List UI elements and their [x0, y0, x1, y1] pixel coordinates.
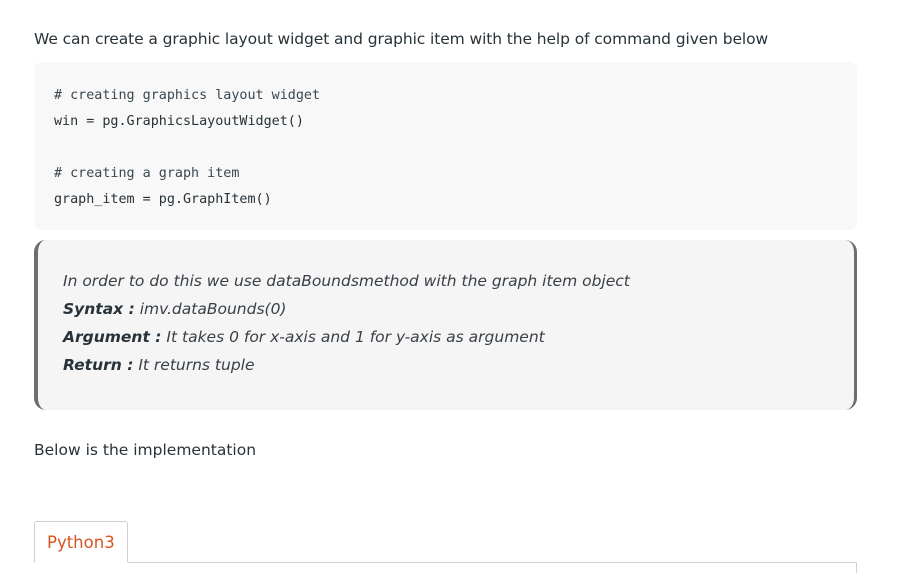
note-description: In order to do this we use dataBoundsmet… [63, 272, 630, 290]
return-label: Return : [63, 356, 134, 374]
code-line: # creating a graph item [54, 166, 240, 181]
return-value: It returns tuple [133, 356, 255, 374]
code-block: # creating graphics layout widget win = … [34, 62, 857, 230]
method-note-box: In order to do this we use dataBoundsmet… [34, 240, 857, 410]
code-line: # creating graphics layout widget [54, 88, 321, 103]
syntax-value: imv.dataBounds(0) [134, 300, 287, 318]
intro-paragraph: We can create a graphic layout widget an… [34, 30, 769, 48]
syntax-label: Syntax : [63, 300, 135, 318]
code-line: win = pg.GraphicsLayoutWidget() [54, 114, 304, 129]
article-page: We can create a graphic layout widget an… [0, 0, 904, 573]
note-argument: Argument : It takes 0 for x-axis and 1 f… [63, 323, 830, 351]
note-return: Return : It returns tuple [63, 351, 830, 379]
argument-value: It takes 0 for x-axis and 1 for y-axis a… [161, 328, 545, 346]
code-tab-panel [34, 562, 857, 573]
tab-python3[interactable]: Python3 [34, 521, 128, 563]
note-syntax: Syntax : imv.dataBounds(0) [63, 295, 830, 323]
code-line: graph_item = pg.GraphItem() [54, 192, 272, 207]
argument-label: Argument : [63, 328, 162, 346]
implementation-paragraph: Below is the implementation [34, 441, 257, 459]
